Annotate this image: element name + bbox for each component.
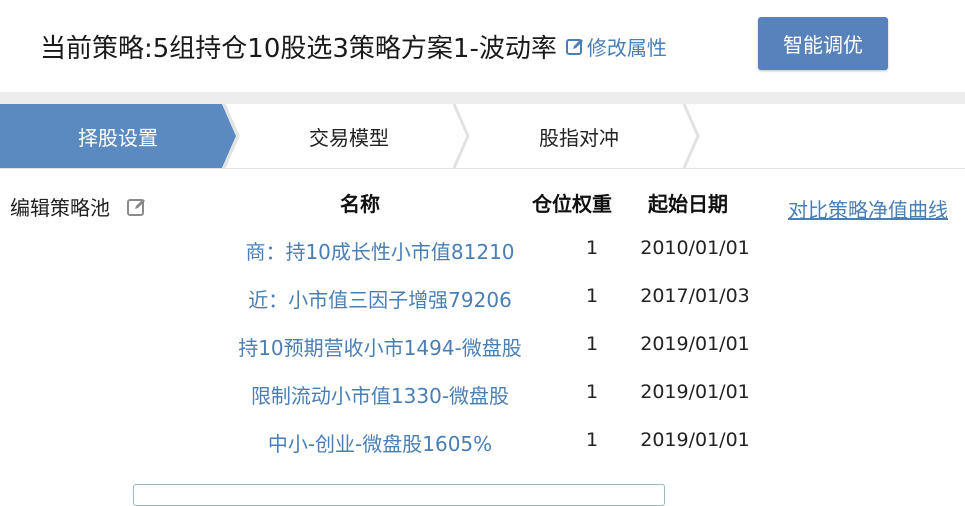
smart-tune-button[interactable]: 智能调优 — [758, 17, 888, 70]
start-date-value: 2019/01/01 — [640, 429, 750, 451]
column-header-start-date: 起始日期 — [648, 192, 728, 216]
step-tabs: 择股设置 交易模型 股指对冲 — [0, 104, 965, 169]
compare-equity-curve-link[interactable]: 对比策略净值曲线 — [788, 194, 948, 223]
bottom-panel-edge — [133, 484, 665, 506]
edit-pool-icon[interactable] — [126, 196, 148, 218]
tab-stock-selection-label: 择股设置 — [78, 125, 158, 150]
tab-stock-selection[interactable]: 择股设置 — [0, 104, 236, 168]
start-date-value: 2017/01/03 — [640, 285, 750, 307]
title-prefix: 当前策略: — [40, 34, 153, 64]
table-row: 持10预期营收小市1494-微盘股 1 2019/01/01 — [0, 320, 780, 368]
header: 当前策略: 5组持仓10股选3策略方案1-波动率 修改属性 智能调优 — [0, 0, 965, 92]
edit-pool-label-group: 编辑策略池 — [10, 192, 148, 221]
table-row: 中小-创业-微盘股1605% 1 2019/01/01 — [0, 416, 780, 464]
strategy-name-link[interactable]: 中小-创业-微盘股1605% — [180, 428, 580, 457]
strategy-name-link[interactable]: 持10预期营收小市1494-微盘股 — [180, 332, 580, 361]
tab-index-hedge[interactable]: 股指对冲 — [466, 104, 692, 168]
weight-value: 1 — [585, 333, 599, 355]
column-header-name: 名称 — [340, 192, 380, 216]
edit-attributes-link[interactable]: 修改属性 — [565, 32, 667, 61]
step-divider-chevron — [682, 104, 700, 168]
tab-trading-model[interactable]: 交易模型 — [236, 104, 462, 168]
strategy-name-link[interactable]: 商：持10成长性小市值81210 — [180, 236, 580, 265]
strategy-name: 5组持仓10股选3策略方案1-波动率 — [152, 34, 557, 64]
table-row: 限制流动小市值1330-微盘股 1 2019/01/01 — [0, 368, 780, 416]
tab-index-hedge-label: 股指对冲 — [539, 125, 619, 150]
table-row: 商：持10成长性小市值81210 1 2010/01/01 — [0, 224, 780, 272]
separator-band — [0, 92, 965, 104]
title-row: 当前策略: 5组持仓10股选3策略方案1-波动率 修改属性 — [40, 28, 667, 65]
edit-attributes-label: 修改属性 — [586, 36, 667, 60]
tab-trading-model-label: 交易模型 — [309, 125, 389, 150]
weight-value: 1 — [585, 381, 599, 403]
weight-value: 1 — [585, 285, 599, 307]
column-header-weight: 仓位权重 — [532, 192, 612, 216]
weight-value: 1 — [585, 429, 599, 451]
edit-pool-label: 编辑策略池 — [10, 196, 110, 220]
weight-value: 1 — [585, 237, 599, 259]
strategy-name-link[interactable]: 近：小市值三因子增强79206 — [180, 284, 580, 313]
start-date-value: 2019/01/01 — [640, 381, 750, 403]
table-row: 近：小市值三因子增强79206 1 2017/01/03 — [0, 272, 780, 320]
start-date-value: 2010/01/01 — [640, 237, 750, 259]
start-date-value: 2019/01/01 — [640, 333, 750, 355]
strategy-name-link[interactable]: 限制流动小市值1330-微盘股 — [180, 380, 580, 409]
edit-icon — [565, 37, 587, 57]
